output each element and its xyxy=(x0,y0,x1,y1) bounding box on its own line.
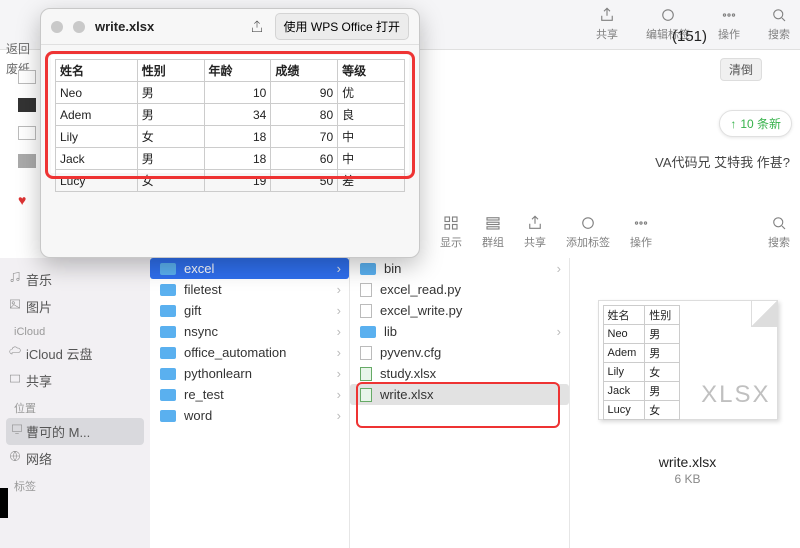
fullscreen-icon[interactable] xyxy=(73,21,85,33)
sidebar-item-shared[interactable]: 共享 xyxy=(0,367,150,394)
new-messages-pill[interactable]: 10 条新 xyxy=(719,110,792,137)
close-icon[interactable] xyxy=(51,21,63,33)
search-action-2[interactable]: 搜索 xyxy=(768,214,790,250)
back-label: 返回 xyxy=(6,40,30,57)
search-action[interactable]: 搜索 xyxy=(768,6,790,42)
thumbnail-table: 姓名性别Neo男Adem男Lily女Jack男Lucy女 xyxy=(603,305,681,420)
preview-thumbnail[interactable]: 姓名性别Neo男Adem男Lily女Jack男Lucy女 XLSX xyxy=(598,300,778,420)
share-action-2[interactable]: 共享 xyxy=(524,214,546,250)
quicklook-title: write.xlsx xyxy=(95,19,154,34)
action-menu[interactable]: 操作 xyxy=(718,6,740,42)
sidebar-item-mac[interactable]: 曹可的 M... xyxy=(6,418,144,445)
preview-pane: 姓名性别Neo男Adem男Lily女Jack男Lucy女 XLSX write.… xyxy=(585,280,790,548)
page-fold-icon xyxy=(751,301,777,327)
quicklook-window: write.xlsx 使用 WPS Office 打开 姓名性别年龄成绩等级Ne… xyxy=(40,8,420,258)
action-menu-2[interactable]: 操作 xyxy=(630,214,652,250)
folder-row-gift[interactable]: gift› xyxy=(150,300,349,321)
group-mode[interactable]: 群组 xyxy=(482,214,504,250)
folder-row-nsync[interactable]: nsync› xyxy=(150,321,349,342)
preview-filesize: 6 KB xyxy=(585,472,790,486)
sidebar-item-network[interactable]: 网络 xyxy=(0,445,150,472)
folder-column: excel›filetest›gift›nsync›office_automat… xyxy=(150,258,350,548)
sidebar-item-music[interactable]: 音乐 xyxy=(0,266,150,293)
file-row-excel_read-py[interactable]: excel_read.py xyxy=(350,279,569,300)
chat-title-fragment: (151) xyxy=(672,28,707,45)
sidebar-peek-icons xyxy=(18,70,36,168)
finder-window: ﾉ,,,,, 显示 群组 共享 添加标签 操作 搜索 音 xyxy=(0,210,800,548)
favorite-tag-icon: ♥ xyxy=(18,192,26,208)
finder-toolbar: 显示 群组 共享 添加标签 操作 搜索 xyxy=(440,210,790,258)
file-row-excel_write-py[interactable]: excel_write.py xyxy=(350,300,569,321)
preview-filename: write.xlsx xyxy=(585,454,790,470)
file-row-pyvenv-cfg[interactable]: pyvenv.cfg xyxy=(350,342,569,363)
sidebar-header-tags: 标签 xyxy=(0,472,150,496)
add-tag-action[interactable]: 添加标签 xyxy=(566,214,610,250)
xlsx-watermark: XLSX xyxy=(701,381,770,409)
folder-row-pythonlearn[interactable]: pythonlearn› xyxy=(150,363,349,384)
sidebar-item-pictures[interactable]: 图片 xyxy=(0,293,150,320)
finder-sidebar: 音乐 图片 iCloud iCloud 云盘 共享 位置 曹可的 M... 网络… xyxy=(0,258,150,548)
display-mode[interactable]: 显示 xyxy=(440,214,462,250)
folder-row-word[interactable]: word› xyxy=(150,405,349,426)
share-action[interactable]: 共享 xyxy=(596,6,618,42)
share-icon[interactable] xyxy=(249,19,265,35)
chat-message-fragment: VA代码兄 艾特我 作甚? xyxy=(655,152,790,171)
annotation-red-box-files xyxy=(356,382,560,428)
folder-row-excel[interactable]: excel› xyxy=(150,258,349,279)
file-row-bin[interactable]: bin› xyxy=(350,258,569,279)
quicklook-header: write.xlsx 使用 WPS Office 打开 xyxy=(41,9,419,45)
quicklook-data-table: 姓名性别年龄成绩等级Neo男1090优Adem男3480良Lily女1870中J… xyxy=(55,59,405,192)
clear-button[interactable]: 清倒 xyxy=(720,58,762,81)
sidebar-header-icloud: iCloud xyxy=(0,320,150,340)
folder-row-filetest[interactable]: filetest› xyxy=(150,279,349,300)
window-edge-marker xyxy=(0,488,8,518)
open-with-button[interactable]: 使用 WPS Office 打开 xyxy=(275,13,409,40)
folder-row-office_automation[interactable]: office_automation› xyxy=(150,342,349,363)
file-row-lib[interactable]: lib› xyxy=(350,321,569,342)
folder-row-re_test[interactable]: re_test› xyxy=(150,384,349,405)
file-row-study-xlsx[interactable]: study.xlsx xyxy=(350,363,569,384)
sidebar-header-locations: 位置 xyxy=(0,394,150,418)
sidebar-item-icloud-drive[interactable]: iCloud 云盘 xyxy=(0,340,150,367)
quicklook-body: 姓名性别年龄成绩等级Neo男1090优Adem男3480良Lily女1870中J… xyxy=(51,55,409,173)
